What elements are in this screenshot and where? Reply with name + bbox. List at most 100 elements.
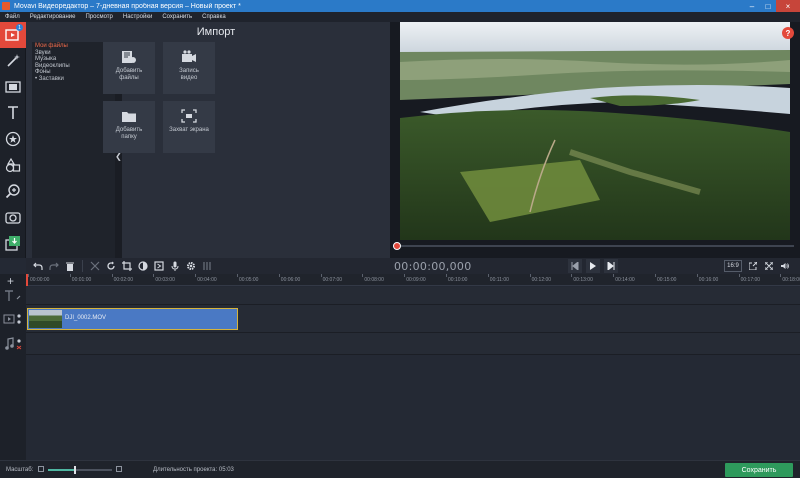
toolbar-divider (82, 260, 83, 272)
timeline-ruler[interactable]: 00:00:00 00:01:00 00:02:00 00:03:00 00:04:00… (26, 274, 800, 286)
zoom-slider[interactable] (48, 466, 112, 474)
timeline-playhead[interactable] (26, 274, 28, 286)
gear-icon (187, 262, 195, 270)
popout-preview-button[interactable] (746, 259, 760, 273)
import-panel: Импорт Мои файлы Звуки Музыка Видеоклипы… (26, 22, 390, 270)
color-adjust-button[interactable] (135, 259, 151, 273)
close-button[interactable]: × (776, 0, 800, 12)
add-files-tile[interactable]: Добавить файлы (103, 42, 155, 94)
clip-settings-button[interactable] (183, 259, 199, 273)
titles-tool-button[interactable] (0, 100, 26, 126)
ruler-tick (446, 274, 447, 277)
maximize-button[interactable]: □ (760, 0, 776, 12)
play-button[interactable] (586, 259, 600, 273)
magic-tool-button[interactable] (0, 48, 26, 74)
rotate-icon (107, 261, 115, 270)
help-icon[interactable]: ? (782, 27, 794, 39)
equalizer-button[interactable] (199, 259, 215, 273)
crop-button[interactable] (119, 259, 135, 273)
ruler-tick (320, 274, 322, 277)
zoom-slider-fill (48, 469, 75, 471)
video-clip[interactable]: DJI_0002.MOV (27, 308, 238, 330)
redo-button[interactable] (46, 259, 62, 273)
save-button[interactable]: Сохранить (725, 463, 793, 477)
shapes-tool-button[interactable] (0, 152, 26, 178)
menu-save[interactable]: Сохранить (157, 14, 197, 20)
ruler-tick (655, 274, 656, 277)
ruler-tick-label: 00:00:00 (30, 277, 50, 283)
video-frame (400, 22, 790, 240)
delete-button[interactable] (62, 259, 78, 273)
ruler-tick (195, 274, 197, 277)
capture-tool-button[interactable] (0, 204, 26, 230)
clip-name: DJI_0002.MOV (65, 315, 107, 321)
import-tool-button[interactable]: 1 (0, 22, 26, 48)
ruler-tick-label: 00:11:00 (489, 277, 509, 283)
ruler-tick (153, 274, 155, 277)
record-video-label-1: Запись (179, 68, 199, 74)
filters-tool-button[interactable] (0, 74, 26, 100)
menu-view[interactable]: Просмотр (80, 14, 117, 20)
ruler-tick-label: 00:03:00 (155, 277, 175, 283)
record-video-label-2: видео (180, 75, 198, 81)
add-track-button[interactable]: + (7, 274, 14, 288)
status-bar: Масштаб: Длительность проекта: 05:03 Сох… (0, 460, 800, 478)
next-button[interactable] (604, 259, 618, 273)
menu-help[interactable]: Справка (197, 14, 231, 20)
zoom-icon (5, 184, 20, 199)
ruler-tick-label: 00:16:00 (698, 277, 719, 283)
zoom-slider-knob[interactable] (73, 466, 76, 474)
export-tool-button[interactable] (0, 230, 26, 256)
cut-button[interactable] (87, 259, 103, 273)
fullscreen-button[interactable] (762, 259, 776, 273)
trash-icon (66, 262, 74, 271)
playback-position-knob[interactable] (393, 242, 401, 250)
titles-icon (8, 106, 18, 119)
previous-button[interactable] (568, 259, 582, 273)
video-track-head (0, 305, 26, 333)
stickers-tool-button[interactable] (0, 126, 26, 152)
title-bar: Movavi Видеоредактор – 7-дневная пробная… (0, 0, 800, 12)
title-track (26, 287, 800, 305)
camera-icon (5, 212, 21, 224)
transition-icon (154, 261, 164, 271)
menu-edit[interactable]: Редактирование (25, 14, 81, 20)
add-folder-tile[interactable]: Добавить папку (103, 101, 155, 153)
export-icon (5, 236, 20, 251)
transition-button[interactable] (151, 259, 167, 273)
ruler-tick-label: 00:04:00 (197, 277, 217, 283)
zoom-out-icon[interactable] (38, 466, 44, 472)
ruler-tick-label: 00:12:00 (531, 277, 552, 283)
ruler-tick (487, 274, 489, 277)
aspect-ratio-button[interactable]: 16:9 (724, 260, 742, 272)
ruler-tick-label: 00:06:00 (280, 277, 301, 283)
record-audio-button[interactable] (167, 259, 183, 273)
menu-settings[interactable]: Настройки (118, 14, 157, 20)
microphone-icon (171, 261, 179, 271)
ruler-tick (529, 274, 531, 277)
ruler-tick-label: 00:18:00 (782, 277, 800, 283)
playback-progress-track[interactable] (396, 245, 794, 247)
clip-thumbnail (29, 310, 62, 328)
timeline-empty-area[interactable] (26, 355, 800, 460)
rotate-button[interactable] (103, 259, 119, 273)
ruler-tick (780, 274, 782, 277)
ruler-tick (28, 274, 29, 277)
zoom-in-icon[interactable] (116, 466, 122, 472)
volume-button[interactable] (778, 259, 792, 273)
popout-icon (749, 262, 757, 270)
screen-capture-tile[interactable]: Захват экрана (163, 101, 215, 153)
undo-button[interactable] (30, 259, 46, 273)
audio-track (26, 333, 800, 355)
skip-forward-icon (607, 262, 615, 270)
speaker-icon (781, 263, 789, 269)
record-video-tile[interactable]: Запись видео (163, 42, 215, 94)
menu-file[interactable]: Файл (0, 14, 25, 20)
minimize-button[interactable]: – (744, 0, 760, 12)
eye-icon (17, 314, 21, 318)
category-intros[interactable]: • Заставки (35, 76, 113, 83)
ruler-tick (111, 274, 113, 277)
scissors-icon (90, 261, 100, 271)
zoom-tool-button[interactable] (0, 178, 26, 204)
video-preview[interactable] (400, 22, 790, 240)
